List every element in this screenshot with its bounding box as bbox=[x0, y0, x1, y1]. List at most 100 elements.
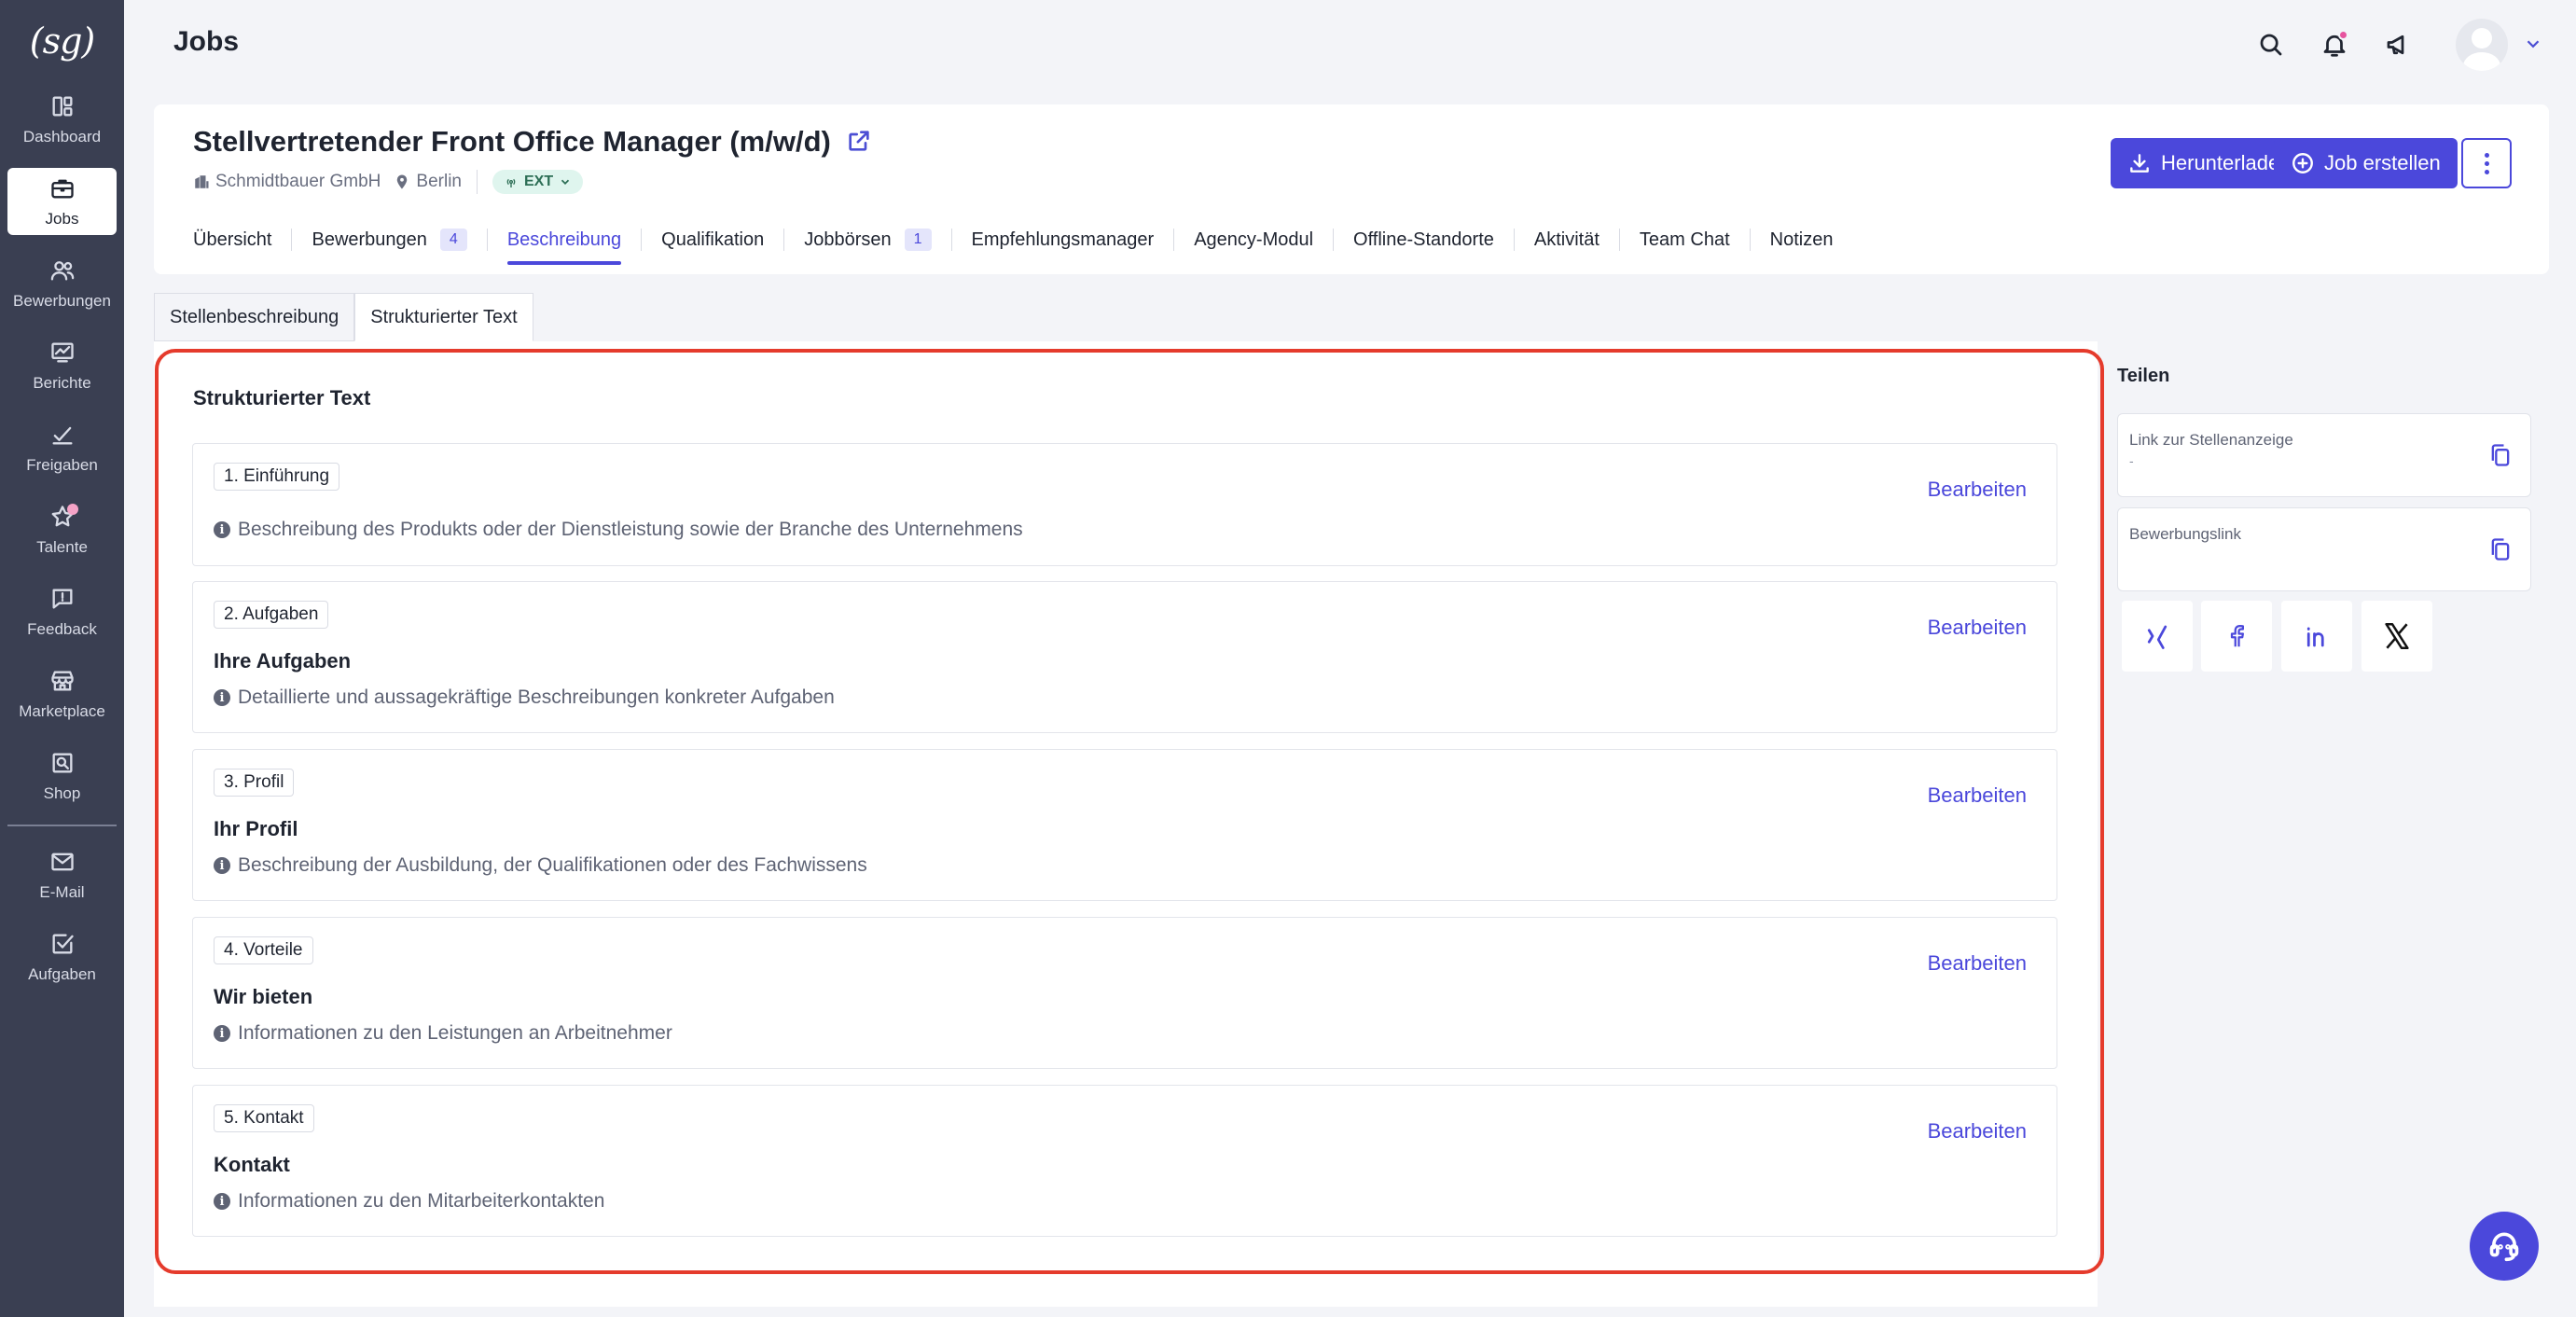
tasks-icon bbox=[48, 930, 76, 958]
sidebar-item-label: Shop bbox=[43, 784, 81, 802]
x-icon[interactable] bbox=[2361, 601, 2432, 672]
create-job-button-label: Job erstellen bbox=[2324, 151, 2441, 174]
edit-button[interactable]: Bearbeiten bbox=[1928, 478, 2027, 502]
tab-beschreibung[interactable]: Beschreibung bbox=[506, 215, 622, 265]
section-hint-text: Informationen zu den Leistungen an Arbei… bbox=[238, 1022, 672, 1044]
section-tag: 2. Aufgaben bbox=[214, 601, 329, 629]
store-icon bbox=[48, 667, 76, 695]
sidebar-item-label: Marketplace bbox=[19, 702, 105, 720]
support-chat-button[interactable] bbox=[2470, 1212, 2539, 1281]
ext-badge-label: EXT bbox=[523, 173, 554, 189]
job-link-value: - bbox=[2129, 453, 2134, 468]
section-hint: i Informationen zu den Mitarbeiterkontakt… bbox=[214, 1190, 604, 1213]
sidebar-item-email[interactable]: E-Mail bbox=[7, 841, 117, 908]
sidebar-item-bewerbungen[interactable]: Bewerbungen bbox=[7, 250, 117, 317]
apply-link-label: Bewerbungslink bbox=[2129, 525, 2242, 543]
subtab-strukturierter-text[interactable]: Strukturierter Text bbox=[354, 293, 533, 341]
tab-team-chat[interactable]: Team Chat bbox=[1640, 215, 1730, 265]
divider bbox=[476, 170, 478, 194]
bell-icon[interactable] bbox=[2318, 28, 2351, 62]
create-job-button[interactable]: Job erstellen bbox=[2274, 138, 2458, 188]
subtab-stellenbeschreibung[interactable]: Stellenbeschreibung bbox=[154, 293, 355, 341]
section-heading: Ihr Profil bbox=[214, 817, 298, 840]
tab-label: Jobbörsen bbox=[804, 229, 892, 250]
tab-jobboersen[interactable]: Jobbörsen 1 bbox=[804, 215, 932, 265]
megaphone-icon[interactable] bbox=[2381, 28, 2415, 62]
tab-bewerbungen[interactable]: Bewerbungen 4 bbox=[312, 215, 467, 265]
sidebar-item-jobs[interactable]: Jobs bbox=[7, 168, 117, 235]
sidebar-item-freigaben[interactable]: Freigaben bbox=[7, 414, 117, 481]
tab-count-badge: 1 bbox=[904, 229, 932, 251]
sidebar-item-label: Dashboard bbox=[22, 128, 102, 146]
tab-notizen[interactable]: Notizen bbox=[1770, 215, 1834, 265]
linkedin-icon[interactable] bbox=[2281, 601, 2352, 672]
info-icon: i bbox=[214, 521, 230, 538]
section-tag: 5. Kontakt bbox=[214, 1104, 314, 1132]
section-kontakt: 5. Kontakt Bearbeiten Kontakt i Informati… bbox=[192, 1085, 2057, 1237]
more-options-button[interactable] bbox=[2461, 138, 2512, 188]
sidebar-item-aufgaben[interactable]: Aufgaben bbox=[7, 923, 117, 991]
feedback-icon bbox=[48, 585, 76, 613]
tab-qualifikation[interactable]: Qualifikation bbox=[661, 215, 764, 265]
info-icon: i bbox=[214, 1193, 230, 1210]
notification-dot bbox=[67, 504, 78, 515]
tab-offline-standorte[interactable]: Offline-Standorte bbox=[1353, 215, 1494, 265]
job-link-field: Link zur Stellenanzeige - bbox=[2117, 413, 2531, 497]
section-heading: Ihre Aufgaben bbox=[214, 649, 352, 672]
avatar[interactable] bbox=[2456, 19, 2508, 71]
description-subtabs: Stellenbeschreibung Strukturierter Text bbox=[154, 293, 533, 341]
tab-empfehlungsmanager[interactable]: Empfehlungsmanager bbox=[972, 215, 1155, 265]
job-meta: Schmidtbauer GmbH Berlin EXT bbox=[193, 170, 584, 194]
ext-badge[interactable]: EXT bbox=[492, 170, 584, 194]
app-logo[interactable]: (sg) bbox=[0, 0, 124, 82]
tab-label: Notizen bbox=[1769, 229, 1834, 250]
briefcase-icon bbox=[48, 174, 76, 202]
tab-agency-modul[interactable]: Agency-Modul bbox=[1194, 215, 1313, 265]
facebook-icon[interactable] bbox=[2201, 601, 2272, 672]
copy-icon[interactable] bbox=[2487, 442, 2515, 470]
edit-button[interactable]: Bearbeiten bbox=[1928, 616, 2027, 640]
chevron-down-icon bbox=[561, 179, 570, 185]
mail-icon bbox=[48, 848, 76, 876]
section-tag: 4. Vorteile bbox=[214, 936, 313, 964]
edit-button[interactable]: Bearbeiten bbox=[1928, 1119, 2027, 1144]
sidebar-item-label: Feedback bbox=[27, 620, 97, 638]
location-name: Berlin bbox=[416, 172, 462, 191]
download-button-label: Herunterladen bbox=[2161, 151, 2292, 174]
tab-label: Beschreibung bbox=[506, 229, 622, 250]
section-hint: i Informationen zu den Leistungen an Arbe… bbox=[214, 1022, 672, 1045]
tab-label: Team Chat bbox=[1639, 229, 1730, 250]
sidebar-item-dashboard[interactable]: Dashboard bbox=[7, 86, 117, 153]
sidebar-item-berichte[interactable]: Berichte bbox=[7, 332, 117, 399]
xing-icon[interactable] bbox=[2122, 601, 2193, 672]
approval-icon bbox=[48, 421, 76, 449]
apply-link-field: Bewerbungslink bbox=[2117, 507, 2531, 591]
sidebar-item-talente[interactable]: Talente bbox=[7, 496, 117, 563]
tab-count-badge: 4 bbox=[439, 229, 467, 251]
tab-aktivitaet[interactable]: Aktivität bbox=[1534, 215, 1600, 265]
external-link-icon[interactable] bbox=[846, 128, 874, 156]
dashboard-icon bbox=[48, 92, 76, 120]
topbar: Jobs bbox=[124, 0, 2576, 93]
sidebar-item-marketplace[interactable]: Marketplace bbox=[7, 660, 117, 728]
tab-label: Übersicht bbox=[193, 229, 272, 250]
edit-button[interactable]: Bearbeiten bbox=[1928, 783, 2027, 808]
sidebar-item-shop[interactable]: Shop bbox=[7, 742, 117, 810]
sidebar-item-feedback[interactable]: Feedback bbox=[7, 578, 117, 645]
tab-label: Offline-Standorte bbox=[1353, 229, 1494, 250]
section-heading: Wir bieten bbox=[214, 985, 313, 1008]
copy-icon[interactable] bbox=[2487, 536, 2515, 564]
edit-button[interactable]: Bearbeiten bbox=[1928, 951, 2027, 976]
section-tag: 1. Einführung bbox=[214, 463, 340, 491]
tab-uebersicht[interactable]: Übersicht bbox=[193, 215, 271, 265]
sidebar-item-label: Jobs bbox=[45, 210, 79, 228]
tab-label: Empfehlungsmanager bbox=[971, 229, 1155, 250]
job-tabs: Übersicht Bewerbungen 4 Beschreibung Qual… bbox=[193, 215, 1833, 265]
info-icon: i bbox=[214, 1025, 230, 1042]
chevron-down-icon[interactable] bbox=[2523, 34, 2543, 54]
section-hint-text: Beschreibung des Produkts oder der Diens… bbox=[238, 519, 1023, 540]
notification-dot bbox=[2338, 30, 2348, 40]
job-link-label: Link zur Stellenanzeige bbox=[2129, 431, 2293, 449]
section-hint: i Beschreibung des Produkts oder der Dien… bbox=[214, 519, 1023, 541]
search-icon[interactable] bbox=[2254, 28, 2288, 62]
